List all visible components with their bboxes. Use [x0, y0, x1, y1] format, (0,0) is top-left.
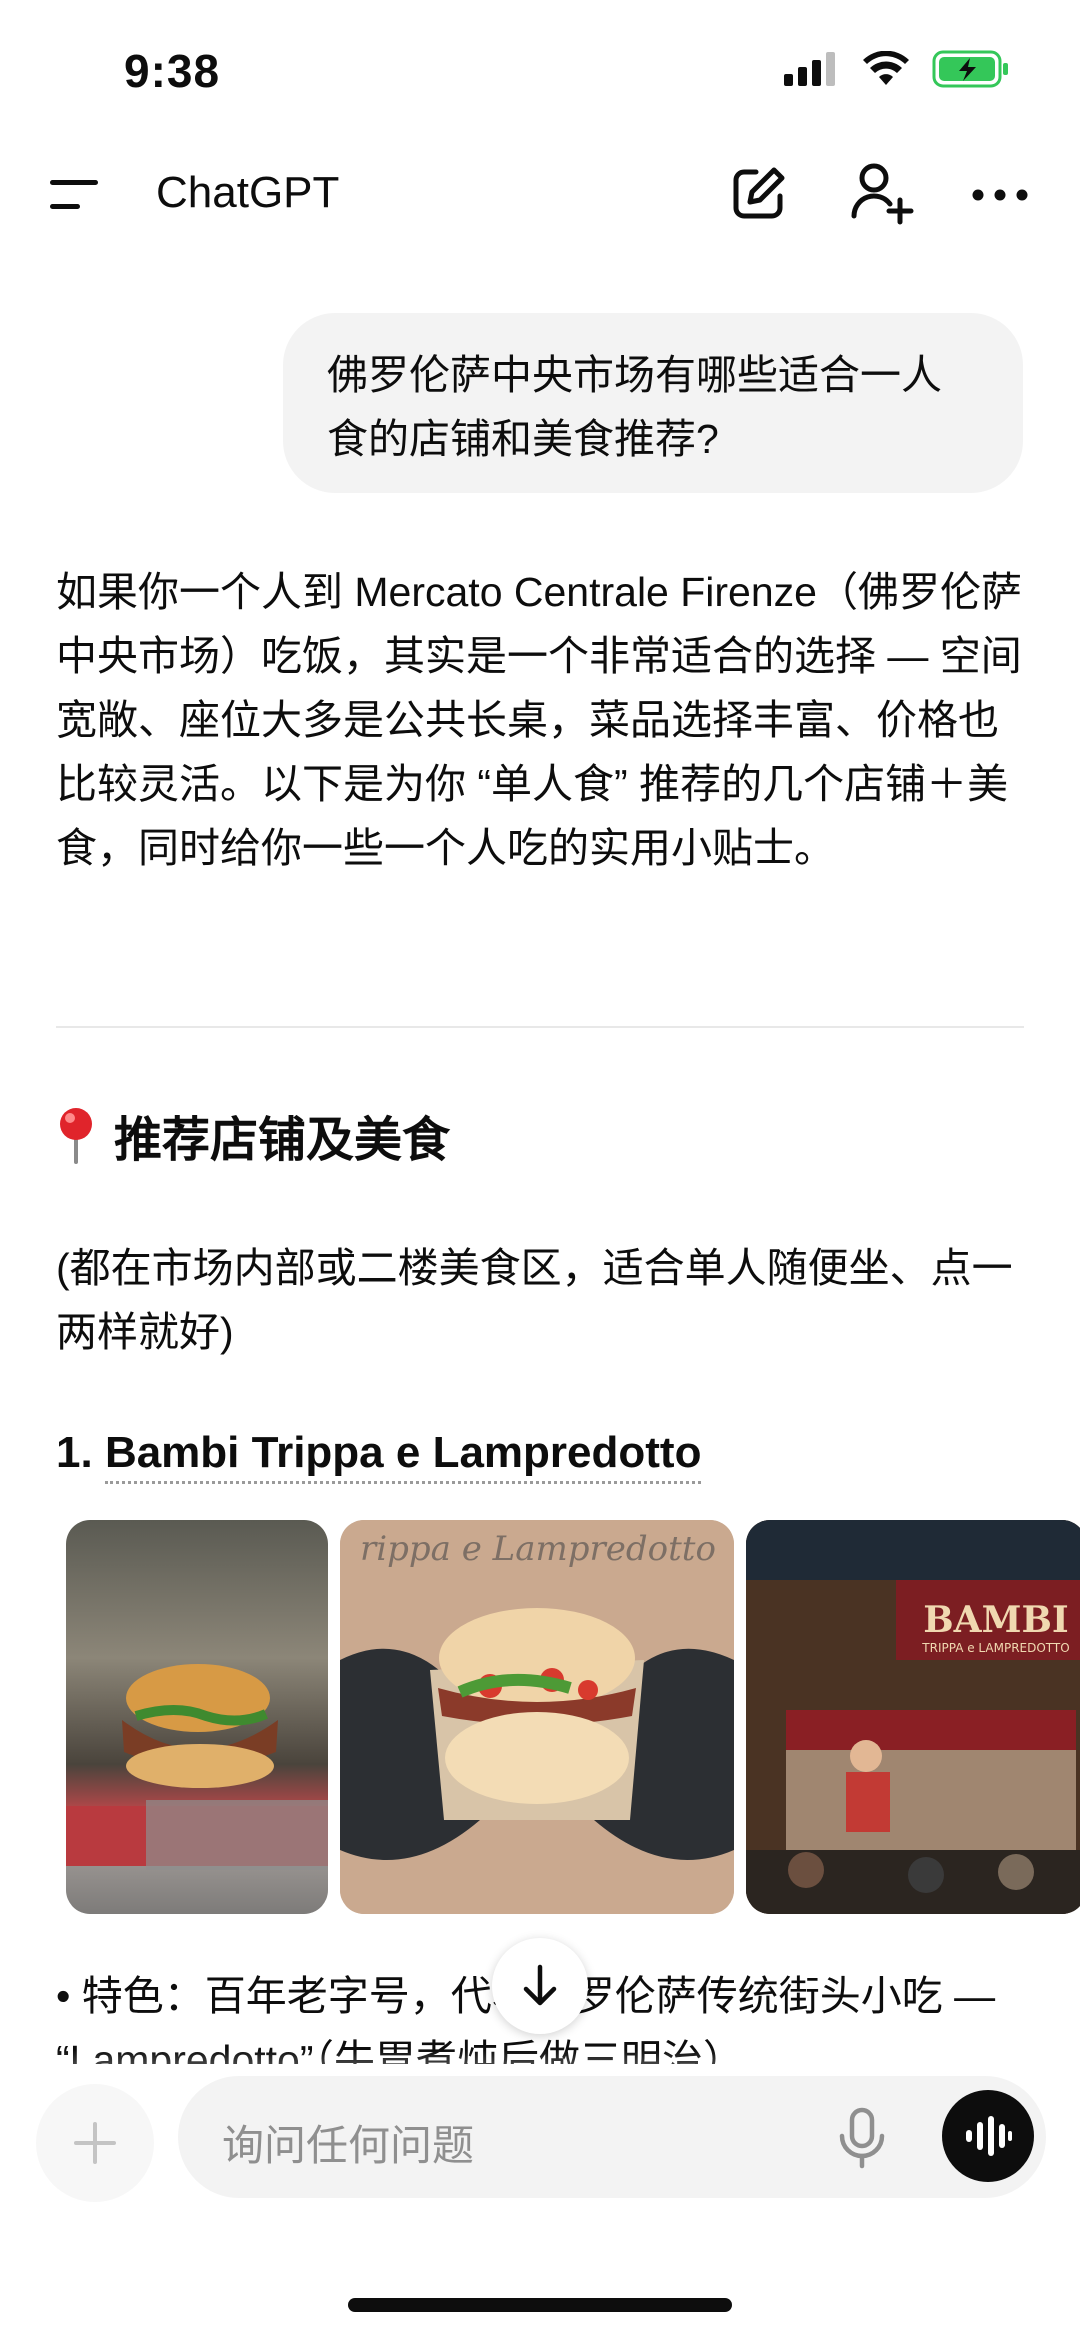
divider: [56, 1026, 1024, 1028]
item-number: 1.: [56, 1428, 93, 1477]
section-heading: 推荐店铺及美食: [56, 1100, 450, 1170]
user-message-bubble: 佛罗伦萨中央市场有哪些适合一人食的店铺和美食推荐?: [283, 313, 1023, 493]
section-heading-text: 推荐店铺及美食: [114, 1114, 451, 1167]
top-app-bar: ChatGPT: [0, 150, 1080, 240]
stall-sign-subtext: TRIPPA e LAMPREDOTTO: [921, 1641, 1069, 1655]
pin-icon: [60, 1108, 92, 1164]
stall-sign-text: BAMBI: [923, 1599, 1068, 1641]
message-input[interactable]: 询问任何问题: [178, 2076, 1046, 2198]
message-input-placeholder: 询问任何问题: [222, 2122, 475, 2169]
svg-text:rippa e Lampredotto: rippa e Lampredotto: [360, 1529, 716, 1569]
sidebar-menu-icon[interactable]: [48, 172, 108, 218]
image-carousel[interactable]: rippa e Lampredotto BAMBI TRIPPA e LAMPR…: [66, 1520, 1080, 1914]
arrow-down-icon: [523, 1964, 557, 2006]
home-indicator: [348, 2298, 732, 2312]
new-chat-icon[interactable]: [726, 160, 792, 226]
attach-button[interactable]: [36, 2084, 154, 2202]
add-people-icon[interactable]: [846, 158, 916, 228]
photo-lampredotto-sandwich[interactable]: [66, 1520, 328, 1914]
more-options-icon[interactable]: [970, 170, 1030, 220]
microphone-icon[interactable]: [832, 2106, 892, 2170]
plus-icon: [74, 2122, 116, 2164]
battery-charging-icon: [932, 50, 1008, 88]
status-time: 9:38: [124, 45, 221, 97]
voice-mode-button[interactable]: [942, 2090, 1034, 2182]
photo-hands-holding-sandwich[interactable]: rippa e Lampredotto: [340, 1520, 734, 1914]
scroll-to-bottom-button[interactable]: [492, 1938, 588, 2034]
photo-bambi-stall[interactable]: BAMBI TRIPPA e LAMPREDOTTO: [746, 1520, 1080, 1914]
assistant-intro-text: 如果你一个人到 Mercato Centrale Firenze（佛罗伦萨中央市…: [56, 569, 1022, 871]
item-heading: 1. Bambi Trippa e Lampredotto: [56, 1428, 702, 1484]
cellular-signal-icon: [784, 52, 835, 86]
section-note: (都在市场内部或二楼美食区，适合单人随便坐、点一两样就好): [56, 1245, 1013, 1355]
status-icons: [784, 50, 1010, 88]
item-name-link[interactable]: Bambi Trippa e Lampredotto: [104, 1428, 702, 1484]
app-title[interactable]: ChatGPT: [156, 168, 339, 218]
voice-waveform-icon: [966, 2116, 1012, 2156]
wifi-icon: [863, 51, 909, 85]
